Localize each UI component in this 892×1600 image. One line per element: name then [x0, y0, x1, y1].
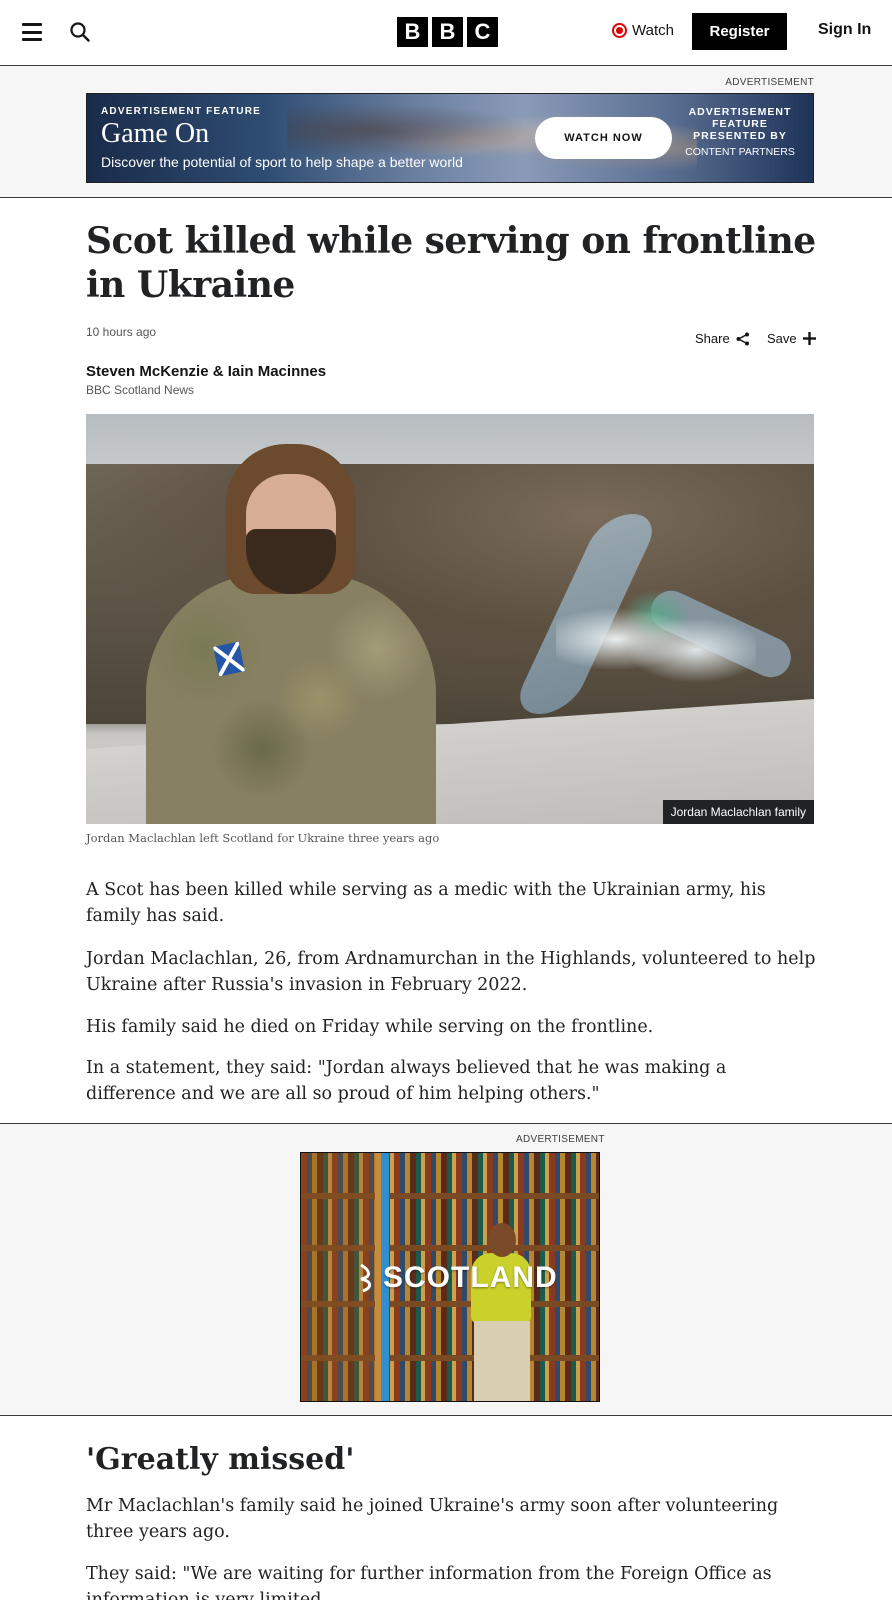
bbc-logo-letter: C: [467, 17, 498, 47]
banner-presented-by: ADVERTISEMENT FEATURE PRESENTED BY: [688, 106, 792, 142]
game-on-banner-ad[interactable]: ADVERTISEMENT FEATURE Game On Discover t…: [86, 93, 814, 183]
image-credit: Jordan Maclachlan family: [662, 800, 814, 824]
share-button[interactable]: Share: [695, 331, 750, 346]
hero-image: Jordan Maclachlan family: [86, 414, 814, 824]
advertisement-label: ADVERTISEMENT: [516, 1134, 605, 1145]
ad-photo-person: [466, 1223, 536, 1401]
save-button[interactable]: Save: [767, 331, 816, 346]
menu-icon[interactable]: [22, 23, 42, 41]
live-dot-icon: [612, 23, 627, 38]
watch-now-button[interactable]: WATCH NOW: [535, 117, 672, 159]
save-label: Save: [767, 331, 797, 346]
banner-partners: CONTENT PARTNERS: [685, 146, 795, 158]
portrait-subject: [146, 444, 436, 824]
top-advert-band: ADVERTISEMENT ADVERTISEMENT FEATURE Game…: [0, 66, 892, 198]
bbc-logo-letter: B: [432, 17, 463, 47]
share-icon: [736, 332, 749, 345]
mid-advert-band: ADVERTISEMENT SCOTLAND: [0, 1123, 892, 1416]
watch-link[interactable]: Watch: [612, 22, 674, 39]
article-timestamp: 10 hours ago: [86, 325, 157, 339]
search-icon[interactable]: [69, 21, 91, 43]
monastery: [556, 584, 756, 694]
article-paragraph: They said: "We are waiting for further i…: [86, 1564, 772, 1600]
article-paragraph: Mr Maclachlan's family said he joined Uk…: [86, 1496, 779, 1542]
article-authors[interactable]: Steven McKenzie & Iain Macinnes: [86, 363, 326, 380]
bbc-logo-letter: B: [397, 17, 428, 47]
article-organisation: BBC Scotland News: [86, 383, 195, 397]
scotland-logo-text: SCOTLAND: [383, 1261, 558, 1294]
plus-icon: [802, 332, 816, 345]
scotland-mark-icon: [360, 1263, 371, 1293]
bbc-logo[interactable]: B B C: [397, 17, 498, 47]
banner-title: Game On: [101, 118, 210, 149]
image-caption: Jordan Maclachlan left Scotland for Ukra…: [86, 831, 440, 845]
article-headline: Scot killed while serving on frontline i…: [86, 220, 816, 306]
sign-in-link[interactable]: Sign In: [818, 21, 871, 39]
banner-subtitle: Discover the potential of sport to help …: [101, 154, 463, 170]
watch-label: Watch: [632, 22, 674, 39]
banner-kicker: ADVERTISEMENT FEATURE: [101, 106, 262, 117]
article-paragraph: A Scot has been killed while serving as …: [86, 880, 766, 926]
article-paragraph: In a statement, they said: "Jordan alway…: [86, 1058, 727, 1104]
section-subheading: 'Greatly missed': [86, 1442, 355, 1477]
register-button[interactable]: Register: [692, 13, 787, 50]
scotland-banner-ad[interactable]: SCOTLAND: [300, 1152, 600, 1402]
scotland-logo: SCOTLAND: [357, 1261, 558, 1295]
article-paragraph: Jordan Maclachlan, 26, from Ardnamurchan…: [86, 949, 816, 995]
share-label: Share: [695, 331, 730, 346]
advertisement-label: ADVERTISEMENT: [725, 77, 814, 88]
site-header: B B C Watch Register Sign In: [0, 0, 892, 66]
article-paragraph: His family said he died on Friday while …: [86, 1017, 654, 1037]
